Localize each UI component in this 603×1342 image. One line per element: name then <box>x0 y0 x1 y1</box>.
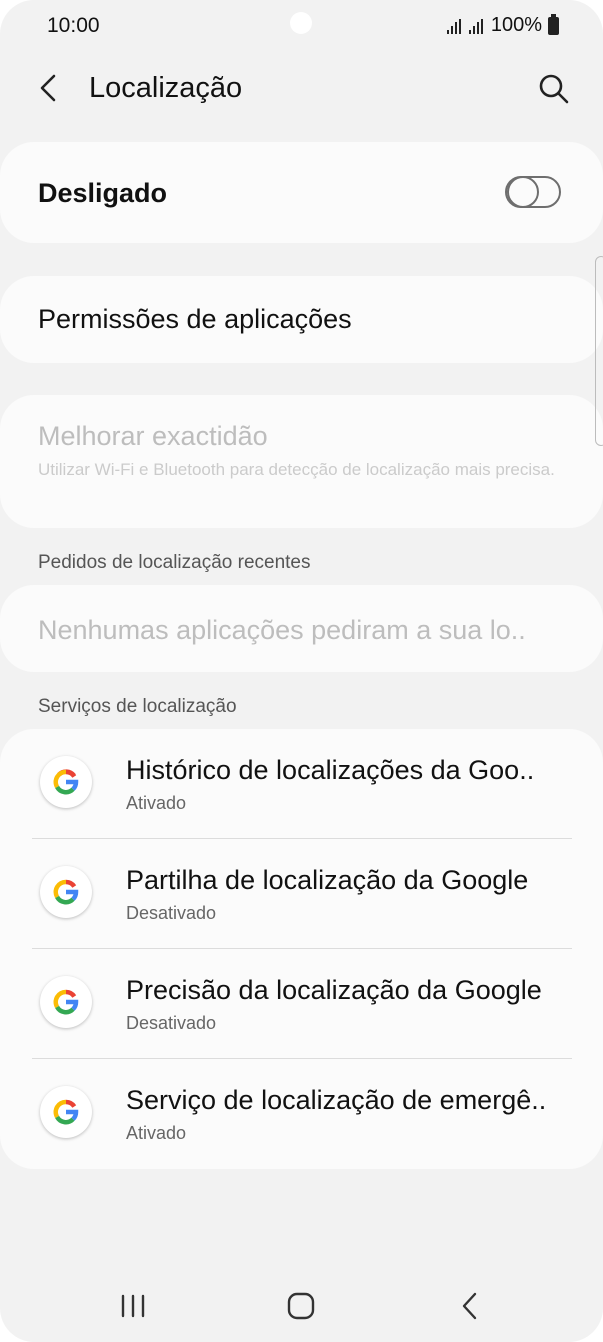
google-icon <box>40 866 92 918</box>
service-status: Desativado <box>126 903 217 923</box>
service-item-location-history[interactable]: Histórico de localizações da Goo.. Ativa… <box>0 729 603 839</box>
google-icon <box>40 756 92 808</box>
nav-back-button[interactable] <box>450 1286 490 1326</box>
front-camera-cutout <box>290 12 312 34</box>
service-title: Precisão da localização da Google <box>126 975 542 1005</box>
navigation-bar <box>0 1270 603 1342</box>
service-title: Histórico de localizações da Goo.. <box>126 755 535 785</box>
battery-icon <box>548 13 559 35</box>
google-icon <box>40 976 92 1028</box>
toggle-knob <box>507 176 539 208</box>
status-bar: 10:00 100% <box>0 0 603 52</box>
battery-percent: 100% <box>490 14 542 36</box>
app-permissions-label: Permissões de aplicações <box>38 304 352 334</box>
service-status: Ativado <box>126 793 187 813</box>
back-icon <box>462 1292 477 1320</box>
improve-accuracy-description: Utilizar Wi-Fi e Bluetooth para detecção… <box>38 460 555 479</box>
location-services-list: Histórico de localizações da Goo.. Ativa… <box>0 729 603 1169</box>
service-title: Serviço de localização de emergê.. <box>126 1085 547 1115</box>
improve-accuracy-title: Melhorar exactidão <box>38 421 268 451</box>
home-icon <box>287 1292 315 1320</box>
chevron-left-icon <box>40 74 56 102</box>
location-settings-screen: 10:00 100% Localização Desligado Permiss… <box>0 0 603 1342</box>
status-time: 10:00 <box>47 14 100 37</box>
service-title: Partilha de localização da Google <box>126 865 529 895</box>
signal-strength-icon <box>446 18 461 34</box>
service-item-location-sharing[interactable]: Partilha de localização da Google Desati… <box>0 839 603 949</box>
search-button[interactable] <box>533 68 575 110</box>
recents-icon <box>121 1294 145 1318</box>
location-services-header: Serviços de localização <box>38 696 237 717</box>
home-button[interactable] <box>278 1286 324 1326</box>
service-status: Ativado <box>126 1123 187 1143</box>
search-icon <box>539 74 569 104</box>
back-button[interactable] <box>30 66 70 110</box>
master-switch-label: Desligado <box>38 178 168 208</box>
service-item-location-accuracy[interactable]: Precisão da localização da Google Desati… <box>0 949 603 1059</box>
service-status: Desativado <box>126 1013 217 1033</box>
service-item-emergency-location[interactable]: Serviço de localização de emergê.. Ativa… <box>0 1059 603 1169</box>
recent-requests-card: Nenhumas aplicações pediram a sua lo.. <box>0 585 603 672</box>
scrollbar[interactable] <box>595 256 603 446</box>
app-header: Localização <box>0 60 603 116</box>
google-icon <box>40 1086 92 1138</box>
status-indicators: 100% <box>446 13 559 37</box>
page-title: Localização <box>89 72 243 104</box>
signal-strength-icon <box>468 18 483 34</box>
location-toggle-switch[interactable] <box>505 176 561 208</box>
improve-accuracy-item: Melhorar exactidão Utilizar Wi-Fi e Blue… <box>0 395 603 528</box>
recents-button[interactable] <box>110 1288 156 1324</box>
recent-requests-header: Pedidos de localização recentes <box>38 552 311 573</box>
recent-requests-empty-text: Nenhumas aplicações pediram a sua lo.. <box>38 615 526 645</box>
app-permissions-item[interactable]: Permissões de aplicações <box>0 276 603 363</box>
